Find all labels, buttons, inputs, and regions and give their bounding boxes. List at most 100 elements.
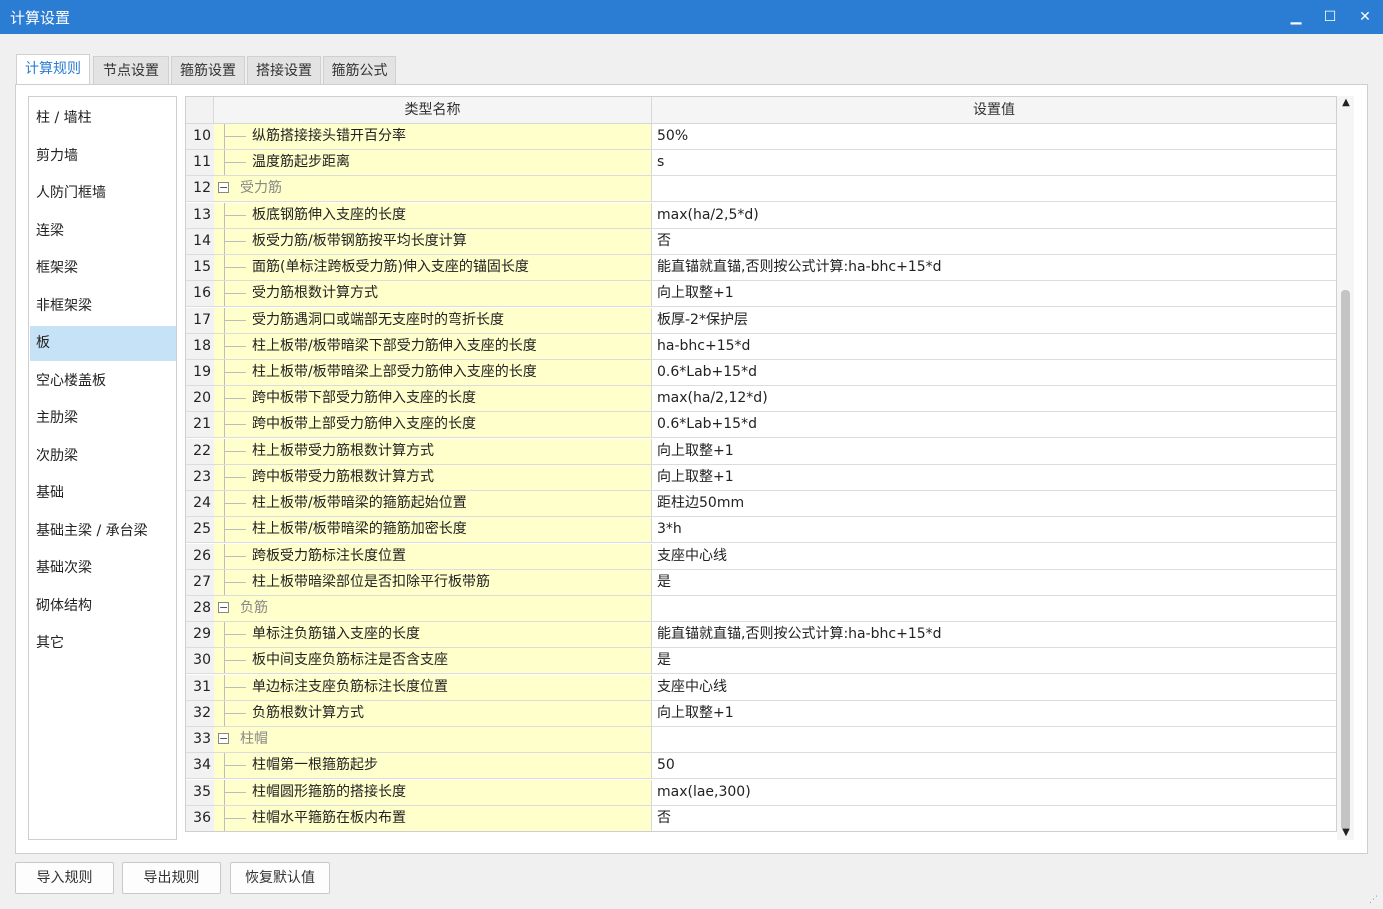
scroll-up-icon[interactable]: ▲ [1339,96,1353,110]
table-row[interactable]: 27 柱上板带暗梁部位是否扣除平行板带筋 是 [186,569,1336,596]
table-row[interactable]: 34 柱帽第一根箍筋起步 50 [186,753,1336,780]
sidebar-item-0[interactable]: 柱 / 墙柱 [30,101,176,136]
name-cell: 跨中板带受力筋根数计算方式 [214,464,652,490]
sidebar-item-2[interactable]: 人防门框墙 [30,176,176,211]
table-row[interactable]: 19 柱上板带/板带暗梁上部受力筋伸入支座的长度 0.6*Lab+15*d [186,359,1336,386]
setting-value[interactable]: 是 [652,570,1336,595]
table-row[interactable]: 11 温度筋起步距离 s [186,150,1336,177]
resize-grip-icon[interactable]: ⋰ [1369,895,1379,905]
setting-value[interactable]: 3*h [652,517,1336,542]
tree-branch [224,712,246,714]
name-cell: 跨中板带下部受力筋伸入支座的长度 [214,386,652,412]
setting-value[interactable]: max(ha/2,5*d) [652,203,1336,228]
sidebar-item-6[interactable]: 板 [30,326,176,361]
scroll-down-icon[interactable]: ▼ [1339,826,1353,840]
import-rules-button[interactable]: 导入规则 [15,862,114,894]
name-cell: 柱帽第一根箍筋起步 [214,753,652,779]
tab-2[interactable]: 箍筋设置 [171,56,245,84]
table-row[interactable]: 30 板中间支座负筋标注是否含支座 是 [186,648,1336,675]
restore-defaults-button[interactable]: 恢复默认值 [230,862,330,894]
tab-1[interactable]: 节点设置 [93,56,169,84]
sidebar-item-9[interactable]: 次肋梁 [30,439,176,474]
export-rules-button[interactable]: 导出规则 [122,862,221,894]
row-number: 26 [186,543,214,569]
table-row[interactable]: 24 柱上板带/板带暗梁的箍筋起始位置 距柱边50mm [186,491,1336,518]
setting-value[interactable]: 板厚-2*保护层 [652,308,1336,333]
column-header-value[interactable]: 设置值 [652,97,1336,123]
table-row[interactable]: 12− 受力筋 [186,176,1336,203]
tree-branch [224,371,246,373]
table-row[interactable]: 17 受力筋遇洞口或端部无支座时的弯折长度 板厚-2*保护层 [186,307,1336,334]
tree-branch [224,345,246,347]
sidebar-item-13[interactable]: 砌体结构 [30,589,176,624]
setting-name: 温度筋起步距离 [252,154,350,171]
table-row[interactable]: 35 柱帽圆形箍筋的搭接长度 max(lae,300) [186,779,1336,806]
setting-value[interactable]: max(ha/2,12*d) [652,386,1336,411]
setting-value[interactable]: 50% [652,124,1336,149]
setting-value[interactable]: 支座中心线 [652,544,1336,569]
setting-value[interactable]: 支座中心线 [652,675,1336,700]
sidebar-item-5[interactable]: 非框架梁 [30,289,176,324]
table-row[interactable]: 18 柱上板带/板带暗梁下部受力筋伸入支座的长度 ha-bhc+15*d [186,333,1336,360]
row-number: 13 [186,202,214,228]
collapse-icon[interactable]: − [218,182,229,194]
table-row[interactable]: 16 受力筋根数计算方式 向上取整+1 [186,281,1336,308]
setting-value[interactable]: 0.6*Lab+15*d [652,412,1336,437]
setting-value[interactable]: 向上取整+1 [652,465,1336,490]
setting-name: 柱上板带受力筋根数计算方式 [252,442,434,459]
tab-4[interactable]: 箍筋公式 [323,56,396,84]
table-row[interactable]: 21 跨中板带上部受力筋伸入支座的长度 0.6*Lab+15*d [186,412,1336,439]
sidebar-item-8[interactable]: 主肋梁 [30,401,176,436]
row-number: 31 [186,674,214,700]
table-row[interactable]: 29 单标注负筋锚入支座的长度 能直锚就直锚,否则按公式计算:ha-bhc+15*d [186,622,1336,649]
minimize-icon[interactable]: ▁ [1283,4,1309,30]
setting-value[interactable]: s [652,150,1336,175]
setting-value[interactable]: 能直锚就直锚,否则按公式计算:ha-bhc+15*d [652,255,1336,280]
maximize-icon[interactable]: ☐ [1317,4,1343,30]
setting-value[interactable]: 50 [652,753,1336,778]
setting-value[interactable]: 否 [652,806,1336,831]
sidebar-item-4[interactable]: 框架梁 [30,251,176,286]
column-header-name[interactable]: 类型名称 [214,97,652,123]
row-number: 25 [186,517,214,543]
close-icon[interactable]: ✕ [1352,4,1378,30]
setting-value[interactable]: 能直锚就直锚,否则按公式计算:ha-bhc+15*d [652,622,1336,647]
setting-value[interactable]: 否 [652,229,1336,254]
sidebar-item-10[interactable]: 基础 [30,476,176,511]
sidebar-item-7[interactable]: 空心楼盖板 [30,364,176,399]
setting-value[interactable]: 是 [652,648,1336,673]
setting-value[interactable]: 向上取整+1 [652,439,1336,464]
vertical-scrollbar[interactable]: ▲ ▼ [1337,96,1354,840]
table-row[interactable]: 15 面筋(单标注跨板受力筋)伸入支座的锚固长度 能直锚就直锚,否则按公式计算:ha… [186,255,1336,282]
table-row[interactable]: 31 单边标注支座负筋标注长度位置 支座中心线 [186,674,1336,701]
setting-value[interactable]: 向上取整+1 [652,281,1336,306]
sidebar-item-3[interactable]: 连梁 [30,214,176,249]
collapse-icon[interactable]: − [218,601,229,613]
table-row[interactable]: 10 纵筋搭接接头错开百分率 50% [186,124,1336,150]
setting-value[interactable]: 0.6*Lab+15*d [652,360,1336,385]
table-row[interactable]: 36 柱帽水平箍筋在板内布置 否 [186,805,1336,831]
table-row[interactable]: 13 板底钢筋伸入支座的长度 max(ha/2,5*d) [186,202,1336,229]
sidebar-item-12[interactable]: 基础次梁 [30,551,176,586]
setting-value[interactable]: ha-bhc+15*d [652,334,1336,359]
table-row[interactable]: 23 跨中板带受力筋根数计算方式 向上取整+1 [186,464,1336,491]
table-row[interactable]: 26 跨板受力筋标注长度位置 支座中心线 [186,543,1336,570]
sidebar-item-1[interactable]: 剪力墙 [30,139,176,174]
table-row[interactable]: 14 板受力筋/板带钢筋按平均长度计算 否 [186,228,1336,255]
table-row[interactable]: 22 柱上板带受力筋根数计算方式 向上取整+1 [186,438,1336,465]
table-row[interactable]: 28− 负筋 [186,595,1336,622]
tab-3[interactable]: 搭接设置 [247,56,321,84]
tab-0[interactable]: 计算规则 [16,54,90,84]
table-row[interactable]: 20 跨中板带下部受力筋伸入支座的长度 max(ha/2,12*d) [186,386,1336,413]
table-row[interactable]: 33− 柱帽 [186,727,1336,754]
sidebar-item-14[interactable]: 其它 [30,626,176,661]
setting-value[interactable]: 距柱边50mm [652,491,1336,516]
collapse-icon[interactable]: − [218,733,229,745]
setting-value[interactable]: max(lae,300) [652,780,1336,805]
setting-value[interactable]: 向上取整+1 [652,701,1336,726]
scroll-thumb[interactable] [1341,290,1350,830]
sidebar-item-11[interactable]: 基础主梁 / 承台梁 [30,514,176,549]
table-row[interactable]: 25 柱上板带/板带暗梁的箍筋加密长度 3*h [186,517,1336,544]
table-row[interactable]: 32 负筋根数计算方式 向上取整+1 [186,700,1336,727]
name-cell: 板底钢筋伸入支座的长度 [214,202,652,228]
